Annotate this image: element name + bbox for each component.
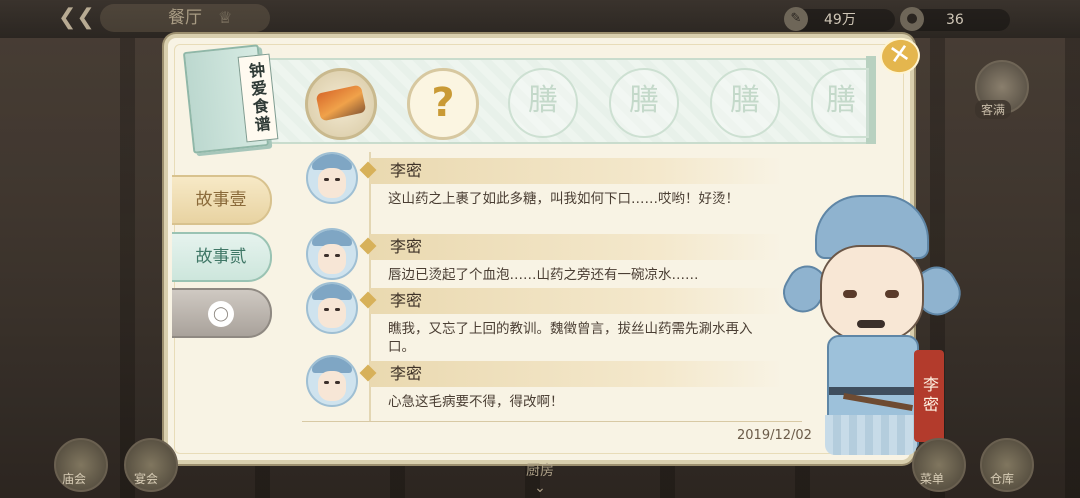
candied-yam-icon bbox=[315, 84, 367, 122]
back-icon[interactable]: ❮❮ bbox=[58, 6, 95, 30]
coin-icon: ● bbox=[900, 7, 924, 31]
speaker-name: 李密 bbox=[390, 291, 423, 310]
currency-coins: ● 36 bbox=[900, 7, 1010, 31]
tab-story-3-locked[interactable]: ◯ bbox=[172, 288, 272, 338]
recipe-slot-locked[interactable]: 膳 bbox=[508, 68, 578, 138]
warehouse-label: 仓库 bbox=[990, 472, 1015, 486]
speaker-name: 李密 bbox=[390, 364, 423, 383]
divider bbox=[302, 421, 802, 422]
avatar bbox=[306, 355, 358, 407]
currency-silver: ✎ 49万 bbox=[784, 7, 895, 31]
menu-label: 菜单 bbox=[920, 472, 945, 486]
dialogue-text: 唇边已烫起了个血泡……山药之旁还有一碗凉水…… bbox=[388, 267, 699, 283]
dialogue-text: 这山药之上裹了如此多糖，叫我如何下口……哎哟！好烫！ bbox=[388, 191, 739, 207]
recipe-slot-unknown[interactable]: ? bbox=[407, 68, 479, 140]
avatar bbox=[306, 282, 358, 334]
speaker-name: 李密 bbox=[390, 161, 423, 180]
recipe-slot-locked[interactable]: 膳 bbox=[710, 68, 780, 138]
tab-story-1[interactable]: 故事壹 bbox=[172, 175, 272, 225]
speaker-name: 李密 bbox=[390, 237, 423, 256]
recipe-slot-locked[interactable]: 膳 bbox=[609, 68, 679, 138]
recipe-slot-dish[interactable] bbox=[305, 68, 377, 140]
brush-icon: ✎ bbox=[784, 7, 808, 31]
recipe-slot-locked[interactable]: 膳 bbox=[811, 68, 869, 138]
crown-icon: ♕ bbox=[218, 8, 233, 27]
character-name-tag: 李密 bbox=[914, 350, 944, 442]
banquet-label: 宴会 bbox=[134, 472, 159, 486]
tab-story-2[interactable]: 故事贰 bbox=[172, 232, 272, 282]
chevron-down-icon: ⌄ bbox=[534, 480, 546, 496]
bowl-lock-icon: ◯ bbox=[208, 301, 234, 327]
avatar bbox=[306, 228, 358, 280]
page-title: 餐厅 bbox=[100, 4, 270, 32]
temple-fair-label: 庙会 bbox=[62, 472, 87, 486]
dialogue-text: 心急这毛病要不得，得改啊！ bbox=[388, 394, 564, 410]
avatar bbox=[306, 152, 358, 204]
guests-label: 客满 bbox=[975, 100, 1012, 119]
kitchen-tab[interactable]: 厨房 ⌄ bbox=[510, 460, 570, 498]
dialogue-text: 瞧我，又忘了上回的教训。魏徵曾言，拔丝山药需先涮水再入口。 bbox=[388, 321, 753, 355]
